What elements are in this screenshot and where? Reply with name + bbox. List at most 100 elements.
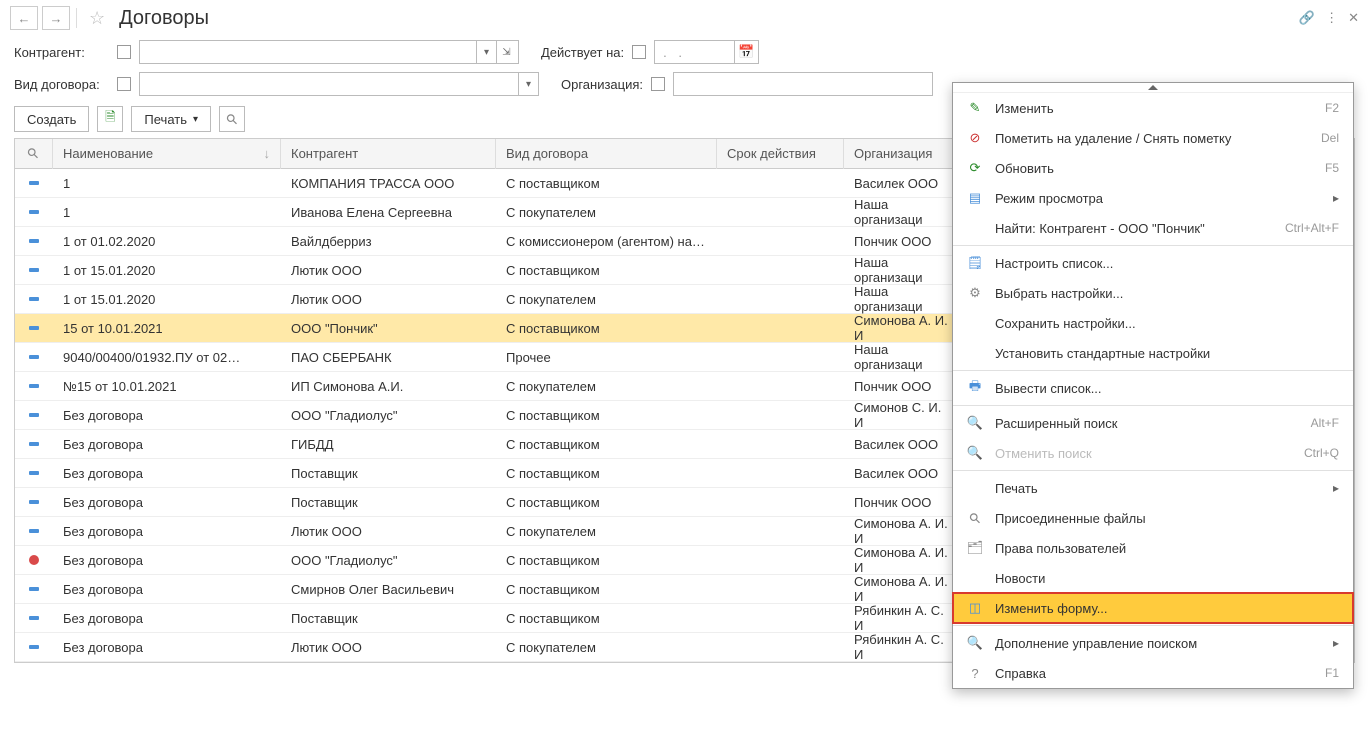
help-icon: ? xyxy=(967,665,983,681)
cell-counterparty: Лютик ООО xyxy=(281,292,496,307)
contract-type-input[interactable] xyxy=(140,73,518,95)
active-on-checkbox[interactable] xyxy=(632,45,646,59)
cell-name: Без договора xyxy=(53,611,281,626)
print-button[interactable]: Печать▾ xyxy=(131,106,211,132)
forward-button[interactable]: → xyxy=(42,6,70,30)
counterparty-label: Контрагент: xyxy=(14,45,109,60)
contract-type-checkbox[interactable] xyxy=(117,77,131,91)
contract-type-combo[interactable]: ▾ xyxy=(139,72,539,96)
cell-type: С комиссионером (агентом) на… xyxy=(496,234,717,249)
menu-separator xyxy=(953,405,1353,406)
item-icon xyxy=(29,326,39,330)
contract-type-label: Вид договора: xyxy=(14,77,109,92)
copy-icon: 🗎 xyxy=(105,108,115,130)
back-button[interactable]: ← xyxy=(10,6,38,30)
select-icon[interactable]: ⇲ xyxy=(496,41,516,63)
cell-org: Василек ООО xyxy=(844,437,959,452)
mi-choose-settings[interactable]: ⚙Выбрать настройки... xyxy=(953,278,1353,308)
cell-type: С поставщиком xyxy=(496,437,717,452)
mi-search-addon[interactable]: 🔍Дополнение управление поиском▸ xyxy=(953,628,1353,658)
cell-org: Симонова А. И. И xyxy=(844,313,959,343)
mi-change-form[interactable]: ◫Изменить форму... xyxy=(953,593,1353,623)
cell-org: Симонова А. И. И xyxy=(844,516,959,546)
counterparty-combo[interactable]: ▾ ⇲ xyxy=(139,40,519,64)
col-attachment[interactable]: ⚲ xyxy=(15,139,53,169)
cell-type: С поставщиком xyxy=(496,321,717,336)
organization-input[interactable] xyxy=(674,73,912,95)
rights-icon: 🗂 xyxy=(967,540,983,556)
view-icon: ▤ xyxy=(967,190,983,206)
cell-type: С покупателем xyxy=(496,379,717,394)
gear-select-icon: ⚙ xyxy=(967,285,983,301)
cell-name: 1 от 15.01.2020 xyxy=(53,263,281,278)
cell-counterparty: ООО "Пончик" xyxy=(281,321,496,336)
dropdown-icon[interactable]: ▾ xyxy=(518,73,538,95)
mi-export-list[interactable]: 🖶Вывести список... xyxy=(953,373,1353,403)
cell-counterparty: ООО "Гладиолус" xyxy=(281,408,496,423)
date-field[interactable]: . . 📅 xyxy=(654,40,759,64)
mi-help[interactable]: ?СправкаF1 xyxy=(953,658,1353,688)
cell-org: Наша организаци xyxy=(844,197,959,227)
cell-icon xyxy=(15,326,53,330)
col-counterparty[interactable]: Контрагент xyxy=(281,139,496,169)
search-icon: 🔍 xyxy=(967,415,983,431)
close-icon[interactable]: ✕ xyxy=(1348,10,1359,26)
cell-counterparty: Поставщик xyxy=(281,611,496,626)
blank-icon xyxy=(967,570,983,586)
cell-name: 1 от 01.02.2020 xyxy=(53,234,281,249)
mi-news[interactable]: Новости xyxy=(953,563,1353,593)
mi-view-mode[interactable]: ▤Режим просмотра▸ xyxy=(953,183,1353,213)
attach-button[interactable]: ⚲ xyxy=(219,106,245,132)
col-type[interactable]: Вид договора xyxy=(496,139,717,169)
cell-counterparty: Лютик ООО xyxy=(281,263,496,278)
cell-icon xyxy=(15,268,53,272)
sort-icon: ↓ xyxy=(264,146,271,161)
cell-counterparty: ИП Симонова А.И. xyxy=(281,379,496,394)
mi-print[interactable]: Печать▸ xyxy=(953,473,1353,503)
cell-type: С поставщиком xyxy=(496,611,717,626)
more-icon[interactable]: ⋮ xyxy=(1325,10,1338,26)
mi-mark-delete[interactable]: ⊘Пометить на удаление / Снять пометкуDel xyxy=(953,123,1353,153)
cell-org: Пончик ООО xyxy=(844,379,959,394)
mi-refresh[interactable]: ⟳ОбновитьF5 xyxy=(953,153,1353,183)
organization-checkbox[interactable] xyxy=(651,77,665,91)
cell-org: Василек ООО xyxy=(844,466,959,481)
item-icon xyxy=(29,500,39,504)
blank-icon xyxy=(967,480,983,496)
mi-save-settings[interactable]: Сохранить настройки... xyxy=(953,308,1353,338)
item-icon xyxy=(29,442,39,446)
organization-combo[interactable] xyxy=(673,72,933,96)
mi-configure-list[interactable]: 🗒Настроить список... xyxy=(953,248,1353,278)
mi-find[interactable]: Найти: Контрагент - ООО "Пончик"Ctrl+Alt… xyxy=(953,213,1353,243)
calendar-icon[interactable]: 📅 xyxy=(734,41,758,63)
mi-set-default[interactable]: Установить стандартные настройки xyxy=(953,338,1353,368)
cell-name: Без договора xyxy=(53,495,281,510)
dropdown-icon[interactable]: ▾ xyxy=(476,41,496,63)
cell-icon xyxy=(15,529,53,533)
mi-edit[interactable]: ✎ИзменитьF2 xyxy=(953,93,1353,123)
col-org[interactable]: Организация xyxy=(844,139,959,169)
mi-attachments[interactable]: ⚲Присоединенные файлы xyxy=(953,503,1353,533)
copy-button[interactable]: 🗎 xyxy=(97,106,123,132)
cell-org: Наша организаци xyxy=(844,284,959,314)
cell-org: Симонов С. И. И xyxy=(844,400,959,430)
context-menu: ✎ИзменитьF2 ⊘Пометить на удаление / Снят… xyxy=(952,82,1354,689)
delete-mark-icon: ⊘ xyxy=(967,130,983,146)
create-button[interactable]: Создать xyxy=(14,106,89,132)
item-icon xyxy=(29,384,39,388)
active-on-label: Действует на: xyxy=(541,45,624,60)
col-name[interactable]: Наименование↓ xyxy=(53,139,281,169)
mi-adv-search[interactable]: 🔍Расширенный поискAlt+F xyxy=(953,408,1353,438)
cell-org: Василек ООО xyxy=(844,176,959,191)
form-icon: ◫ xyxy=(967,600,983,616)
counterparty-input[interactable] xyxy=(140,41,476,63)
counterparty-checkbox[interactable] xyxy=(117,45,131,59)
cell-counterparty: Лютик ООО xyxy=(281,524,496,539)
mi-user-rights[interactable]: 🗂Права пользователей xyxy=(953,533,1353,563)
menu-collapse[interactable] xyxy=(953,83,1353,93)
col-term[interactable]: Срок действия xyxy=(717,139,844,169)
menu-separator xyxy=(953,370,1353,371)
favorite-icon[interactable]: ☆ xyxy=(89,8,105,29)
link-icon[interactable]: 🔗 xyxy=(1299,10,1315,26)
cell-counterparty: ПАО СБЕРБАНК xyxy=(281,350,496,365)
